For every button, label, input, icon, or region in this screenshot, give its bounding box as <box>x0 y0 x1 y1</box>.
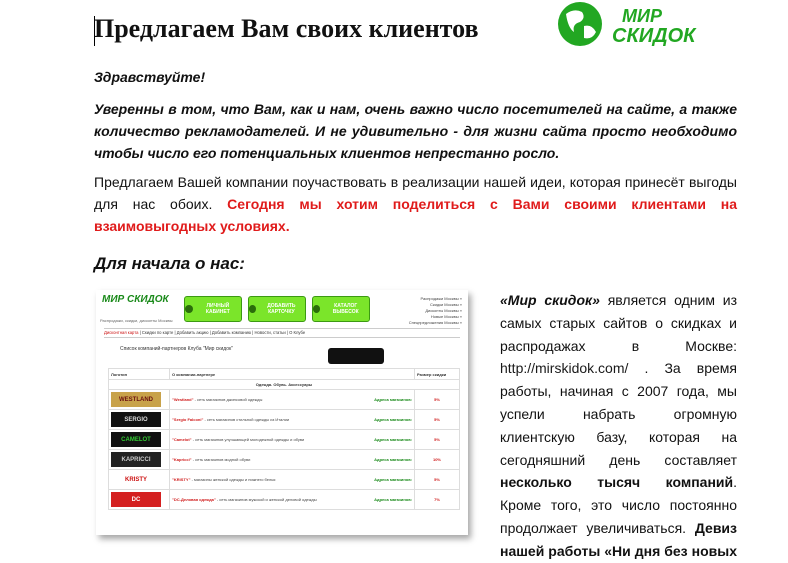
about-text-2: . За время работы, начиная с 2007 года, … <box>500 360 737 468</box>
about-heading: Для начала о нас: <box>94 254 245 273</box>
shot-links: Распродажи Москвы » Скидки Москвы » Диск… <box>402 296 462 326</box>
offer-paragraph: Предлагаем Вашей компании поучаствовать … <box>94 171 737 237</box>
shot-heading: Список компаний-партнеров Клуба "Мир ски… <box>120 346 233 352</box>
col-discount: Размер скидки <box>414 368 460 380</box>
logo-text-line1: МИР <box>622 6 663 26</box>
shot-menu-item: Новости, статьи <box>254 330 286 335</box>
table-row: CAMELOT "Camelot" - сеть магазинов улучш… <box>108 429 460 450</box>
partner-desc: - магазины женской одежды и нижнего бель… <box>190 477 276 482</box>
site-link[interactable]: http://mirskidok.com/ <box>500 360 628 376</box>
partner-discount: 5% <box>414 409 460 430</box>
table-row: KAPRICCI "Kapricci" - сеть магазинов мод… <box>108 449 460 470</box>
partner-name: "DC-Деловая одежда" <box>172 497 216 502</box>
partner-logo: KAPRICCI <box>111 452 161 467</box>
partner-logo: DC <box>111 492 161 507</box>
partner-addr: Адреса магазинов: <box>374 497 412 502</box>
partner-addr: Адреса магазинов: <box>374 417 412 422</box>
intro-paragraph: Уверенны в том, что Вам, как и нам, очен… <box>94 101 737 161</box>
about-text: «Мир скидок» является одним из самых ста… <box>500 289 737 563</box>
partner-addr: Адреса магазинов: <box>374 477 412 482</box>
col-logo: Логотип <box>108 368 170 380</box>
shot-menu: Дисконтная карта | Скидки по карте | Доб… <box>104 328 460 338</box>
partner-logo: SERGIO <box>111 412 161 427</box>
col-about: О компании-партнере <box>169 368 415 380</box>
partner-addr: Адреса магазинов: <box>374 457 412 462</box>
partner-desc: - сеть магазинов джинсовой одежды <box>193 397 263 402</box>
brand-quote: «Мир скидок» <box>500 292 600 308</box>
shot-menu-item: Скидки по карте <box>141 330 174 335</box>
partner-desc: - сеть магазинов стильной одежды из Итал… <box>203 417 290 422</box>
shot-button-catalog: КАТАЛОГ ВЫВЕСОК <box>312 296 370 322</box>
partner-name: "Sergio Falconi" <box>172 417 204 422</box>
table-section: Одежда. Обувь. Аксессуары <box>108 379 460 390</box>
partner-desc: - сеть магазинов модной обуви <box>191 457 251 462</box>
greeting: Здравствуйте! <box>94 69 206 85</box>
partner-name: "KRISTY" <box>172 477 191 482</box>
partner-discount: 5% <box>414 389 460 410</box>
partner-discount: 7% <box>414 489 460 510</box>
page-title: Предлагаем Вам своих клиентов <box>94 14 479 43</box>
table-header: Логотип О компании-партнере Размер скидк… <box>108 368 460 380</box>
partner-discount: 5% <box>414 429 460 450</box>
shot-menu-item: О Клубе <box>289 330 306 335</box>
partner-addr: Адреса магазинов: <box>374 397 412 402</box>
shot-button-cabinet: ЛИЧНЫЙ КАБИНЕТ <box>184 296 242 322</box>
partner-logo: CAMELOT <box>111 432 161 447</box>
partner-discount: 10% <box>414 449 460 470</box>
partner-logo: KRISTY <box>111 472 161 487</box>
partner-addr: Адреса магазинов: <box>374 437 412 442</box>
mir-skidok-logo: МИР СКИДОК <box>558 2 697 47</box>
shot-badge <box>328 348 384 364</box>
shot-menu-item: Дисконтная карта <box>104 330 139 335</box>
logo-text-line2: СКИДОК <box>612 25 697 47</box>
partner-desc: - сеть магазинов мужской и женской делов… <box>215 497 317 502</box>
shot-menu-item: Добавить компанию <box>211 330 252 335</box>
website-screenshot: МИР СКИДОК Распродажи, скидки, дисконты … <box>96 290 468 535</box>
shot-menu-item: Добавить акцию <box>176 330 209 335</box>
about-bold-1: несколько тысяч компаний <box>500 474 734 491</box>
partner-name: "Camelot" <box>172 437 192 442</box>
shot-link: Спецпредложения Москвы » <box>408 320 462 325</box>
partner-desc: - сеть магазинов улучшающей молодежной о… <box>191 437 305 442</box>
table-row: SERGIO "Sergio Falconi" - сеть магазинов… <box>108 409 460 430</box>
shot-tagline: Распродажи, скидки, дисконты Москвы <box>100 318 173 323</box>
table-row: KRISTY "KRISTY" - магазины женской одежд… <box>108 469 460 490</box>
partner-name: "Kapricci" <box>172 457 192 462</box>
partners-table: Логотип О компании-партнере Размер скидк… <box>108 368 460 510</box>
table-row: WESTLAND "Westland" - сеть магазинов джи… <box>108 389 460 410</box>
table-row: DC "DC-Деловая одежда" - сеть магазинов … <box>108 489 460 510</box>
partner-name: "Westland" <box>172 397 194 402</box>
partner-discount: 5% <box>414 469 460 490</box>
partner-logo: WESTLAND <box>111 392 161 407</box>
shot-logo: МИР СКИДОК <box>102 294 169 305</box>
shot-button-add-card: ДОБАВИТЬ КАРТОЧКУ <box>248 296 306 322</box>
